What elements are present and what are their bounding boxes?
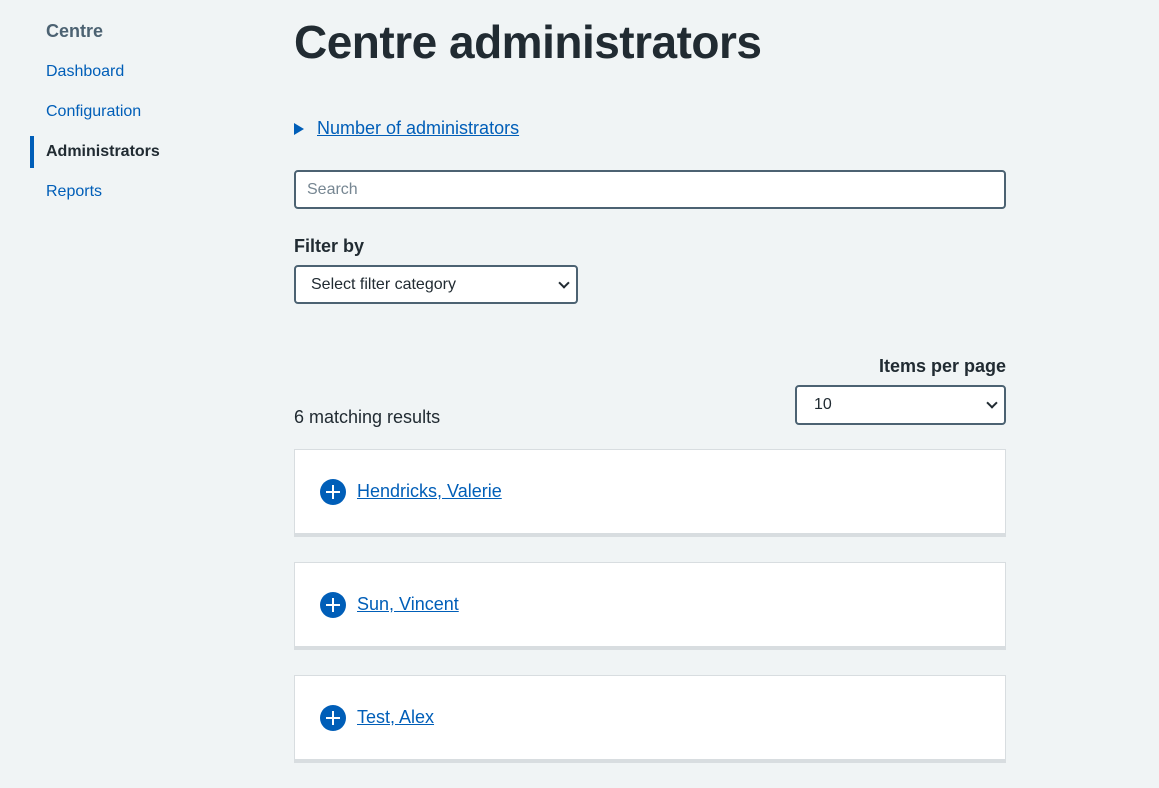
filter-category-select[interactable]: Select filter category [294,265,578,304]
number-of-administrators-toggle[interactable]: Number of administrators [294,118,519,139]
details-summary-label: Number of administrators [317,118,520,138]
items-per-page-label: Items per page [878,356,1006,376]
sidebar-item-administrators[interactable]: Administrators [30,136,254,168]
expand-triangle-icon [294,122,304,135]
administrator-name-link[interactable]: Sun, Vincent [357,594,459,615]
plus-circle-icon[interactable] [320,478,346,505]
side-navigation: Centre Dashboard Configuration Administr… [30,20,254,216]
administrator-name-link[interactable]: Test, Alex [357,707,434,728]
items-per-page-select[interactable]: 10 [795,385,1006,425]
sidebar-item-dashboard[interactable]: Dashboard [30,56,254,88]
results-count: 6 matching results [294,407,441,427]
administrator-card: Test, Alex [294,675,1006,763]
administrator-name-link[interactable]: Hendricks, Valerie [357,481,502,502]
administrator-card: Sun, Vincent [294,562,1006,650]
page-title: Centre administrators [294,16,762,68]
chevron-down-icon [558,276,570,289]
sidebar-title: Centre [46,21,104,41]
plus-circle-icon[interactable] [320,704,346,731]
administrator-list: Hendricks, Valerie Sun, Vincent Test, Al… [294,449,1006,788]
administrator-card: Hendricks, Valerie [294,449,1006,537]
sidebar-item-reports[interactable]: Reports [30,176,254,208]
sidebar-item-configuration[interactable]: Configuration [30,96,254,128]
filter-by-label: Filter by [294,236,365,256]
items-per-page-selected-value: 10 [814,396,832,413]
main-content: Centre administrators Number of administ… [294,0,1006,763]
search-input[interactable] [294,170,1006,209]
chevron-down-icon [986,397,998,409]
plus-circle-icon[interactable] [320,591,346,618]
filter-category-selected-value: Select filter category [311,275,456,293]
